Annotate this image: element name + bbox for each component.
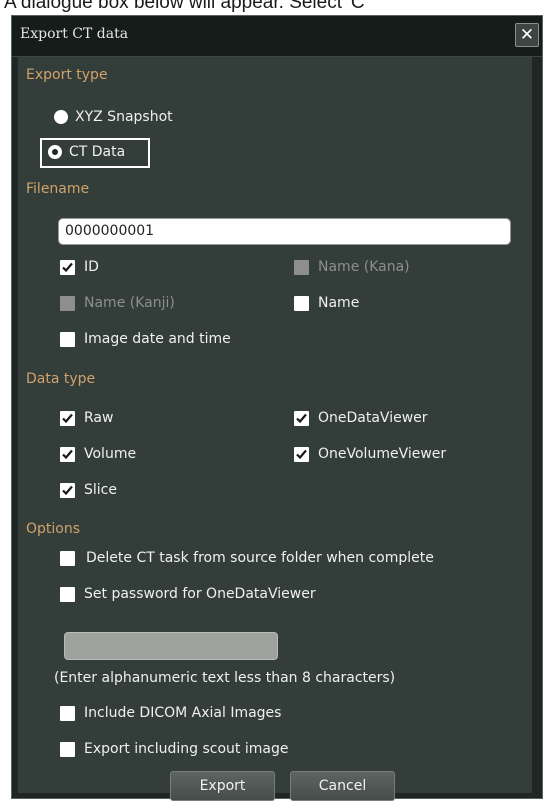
checkbox-label: Include DICOM Axial Images bbox=[84, 705, 282, 721]
checkbox-delete-ct-task[interactable]: Delete CT task from source folder when c… bbox=[60, 550, 530, 568]
export-ct-dialog: Export CT data ✕ Export type XYZ Snapsho… bbox=[11, 15, 543, 801]
radio-label: CT Data bbox=[69, 144, 126, 160]
dialog-title: Export CT data bbox=[20, 26, 129, 42]
checkbox[interactable] bbox=[60, 587, 75, 602]
data-type-label: Data type bbox=[26, 371, 96, 387]
instruction-caption: A dialogue box below will appear. Select… bbox=[4, 0, 365, 12]
checkbox-image-date-time[interactable]: Image date and time bbox=[60, 331, 310, 349]
checkbox[interactable] bbox=[60, 742, 75, 757]
checkbox-label: ID bbox=[84, 259, 99, 275]
radio-button[interactable] bbox=[48, 145, 62, 159]
checkbox bbox=[60, 296, 75, 311]
checkmark-icon bbox=[62, 413, 73, 424]
checkbox[interactable] bbox=[294, 447, 309, 462]
cancel-button[interactable]: Cancel bbox=[290, 771, 395, 801]
checkbox-label: Export including scout image bbox=[84, 741, 289, 757]
radio-label: XYZ Snapshot bbox=[75, 109, 173, 125]
radio-ct-data[interactable]: CT Data bbox=[48, 144, 148, 162]
options-label: Options bbox=[26, 521, 81, 537]
checkbox-onedataviewer[interactable]: OneDataViewer bbox=[294, 410, 494, 428]
close-icon: ✕ bbox=[519, 25, 535, 45]
filename-input[interactable]: 0000000001 bbox=[58, 218, 511, 245]
checkbox-label: Image date and time bbox=[84, 331, 231, 347]
checkmark-icon bbox=[62, 485, 73, 496]
checkbox[interactable] bbox=[60, 551, 75, 566]
export-type-label: Export type bbox=[26, 67, 108, 83]
checkbox-label: Raw bbox=[84, 410, 114, 426]
checkbox-label: OneDataViewer bbox=[318, 410, 428, 426]
checkbox-label: Name (Kana) bbox=[318, 259, 410, 275]
filename-label: Filename bbox=[26, 181, 90, 197]
checkbox-slice[interactable]: Slice bbox=[60, 482, 260, 500]
checkbox-id[interactable]: ID bbox=[60, 259, 260, 277]
checkbox-name[interactable]: Name bbox=[294, 295, 494, 313]
checkbox-label: Delete CT task from source folder when c… bbox=[86, 550, 434, 566]
checkbox-name-kanji: Name (Kanji) bbox=[60, 295, 260, 313]
checkmark-icon bbox=[62, 262, 73, 273]
close-button[interactable]: ✕ bbox=[515, 23, 539, 47]
password-input[interactable] bbox=[64, 632, 278, 660]
password-hint: (Enter alphanumeric text less than 8 cha… bbox=[54, 670, 396, 686]
checkbox-label: Name bbox=[318, 295, 360, 311]
checkmark-icon bbox=[62, 449, 73, 460]
checkbox-include-scout[interactable]: Export including scout image bbox=[60, 741, 460, 759]
checkbox[interactable] bbox=[60, 260, 75, 275]
checkbox-label: Set password for OneDataViewer bbox=[84, 586, 316, 602]
checkbox-label: Volume bbox=[84, 446, 137, 462]
checkbox[interactable] bbox=[60, 706, 75, 721]
checkbox bbox=[294, 260, 309, 275]
checkbox[interactable] bbox=[60, 483, 75, 498]
checkbox[interactable] bbox=[294, 411, 309, 426]
export-button[interactable]: Export bbox=[170, 771, 275, 801]
checkbox-name-kana: Name (Kana) bbox=[294, 259, 494, 277]
radio-xyz-snapshot[interactable]: XYZ Snapshot bbox=[54, 109, 254, 127]
checkbox-set-password[interactable]: Set password for OneDataViewer bbox=[60, 586, 460, 604]
checkbox-label: Name (Kanji) bbox=[84, 295, 175, 311]
checkbox[interactable] bbox=[60, 411, 75, 426]
checkbox[interactable] bbox=[60, 332, 75, 347]
checkmark-icon bbox=[296, 413, 307, 424]
checkmark-icon bbox=[296, 449, 307, 460]
radio-button[interactable] bbox=[54, 110, 68, 124]
dialog-content: Export type XYZ Snapshot CT Data Filenam… bbox=[18, 57, 532, 801]
checkbox-onevolumeviewer[interactable]: OneVolumeViewer bbox=[294, 446, 514, 464]
checkbox-label: OneVolumeViewer bbox=[318, 446, 447, 462]
checkbox[interactable] bbox=[294, 296, 309, 311]
checkbox-raw[interactable]: Raw bbox=[60, 410, 260, 428]
checkbox-include-dicom[interactable]: Include DICOM Axial Images bbox=[60, 705, 460, 723]
checkbox-label: Slice bbox=[84, 482, 117, 498]
checkbox[interactable] bbox=[60, 447, 75, 462]
checkbox-volume[interactable]: Volume bbox=[60, 446, 260, 464]
dialog-titlebar: Export CT data ✕ bbox=[12, 16, 542, 57]
